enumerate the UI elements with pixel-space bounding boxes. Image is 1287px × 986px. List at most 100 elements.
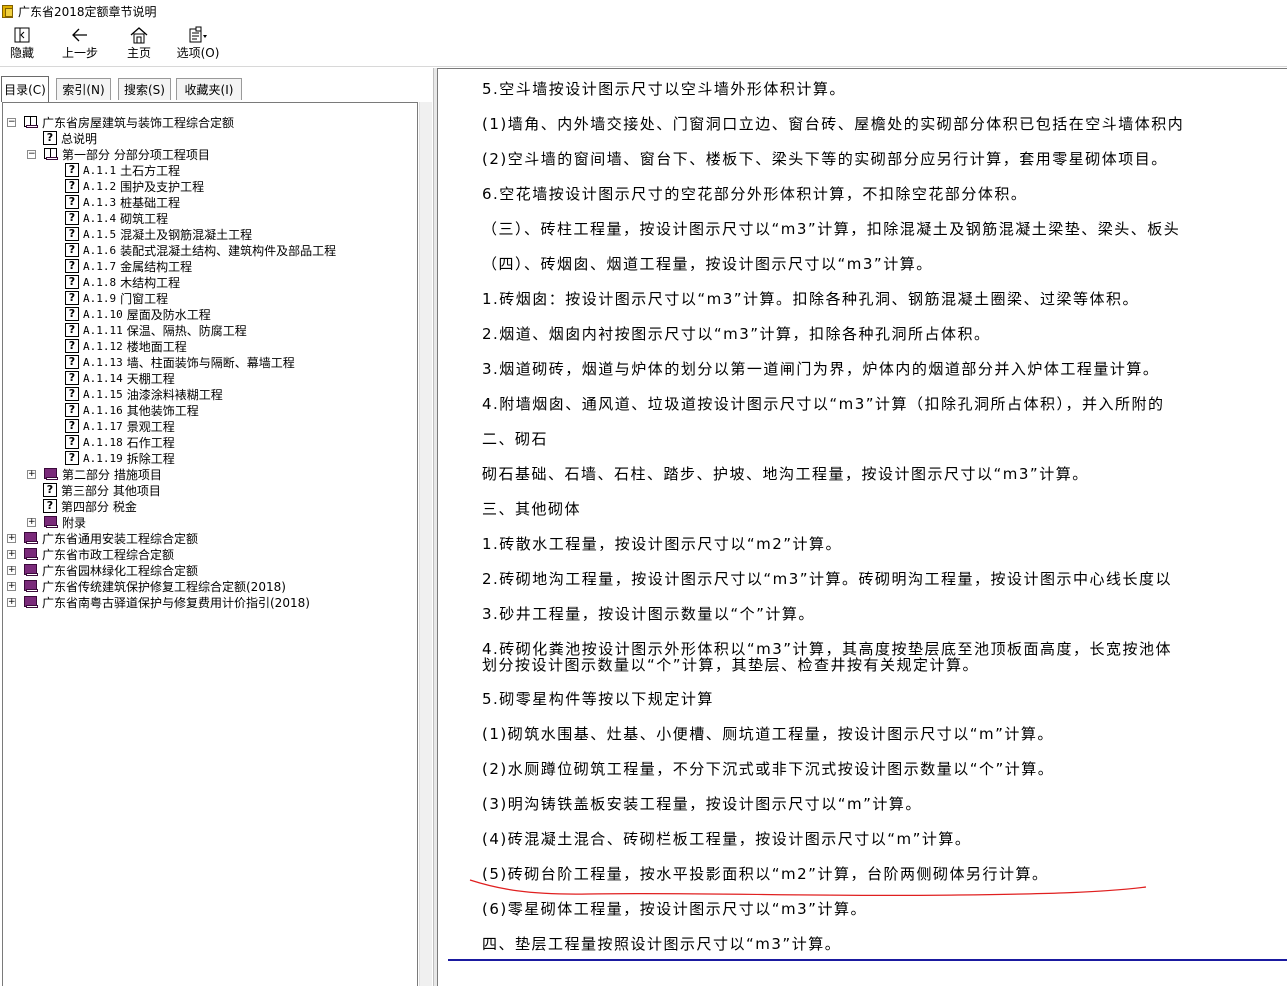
tree-item-label: 广东省园林绿化工程综合定额 [42,563,199,578]
tree-item-code: A.1.17 [83,419,123,433]
tree-item[interactable]: + 附录 [27,514,86,530]
tree-item-code: A.1.9 [83,291,117,305]
expand-icon[interactable]: + [27,469,36,479]
tree-item[interactable]: + 广东省园林绿化工程综合定额 [7,562,198,578]
tree-item[interactable]: ? A.1.17 景观工程 [65,418,175,434]
expand-icon[interactable]: + [7,533,16,543]
tree-item[interactable]: ? A.1.15 油漆涂料裱糊工程 [65,386,223,402]
collapse-icon[interactable]: − [27,149,36,159]
tree-item[interactable]: ? A.1.11 保温、隔热、防腐工程 [65,322,247,338]
expand-icon[interactable]: + [7,549,16,559]
content-paragraph: 4.附墙烟囱、通风道、垃圾道按设计图示尺寸以“m3”计算（扣除孔洞所占体积），并… [482,395,1165,413]
tree-item-label: 第四部分 税金 [61,499,137,514]
tree-item[interactable]: ? A.1.8 木结构工程 [65,274,180,290]
tree-item-label: 木结构工程 [120,275,181,290]
collapse-icon[interactable]: − [7,117,16,127]
tree-item-label: 广东省南粤古驿道保护与修复费用计价指引(2018) [42,595,310,610]
tree-item[interactable]: ? A.1.14 天棚工程 [65,370,175,386]
tree-item-label: 围护及支护工程 [120,179,205,194]
tree-item-label: 门窗工程 [120,291,169,306]
hide-button[interactable]: 隐藏 [8,24,36,64]
tree-item-label: 广东省市政工程综合定额 [42,547,175,562]
book-icon [43,515,59,529]
nav-tabs: 目录(C) 索引(N) 搜索(S) 收藏夹(I) [0,76,436,102]
tree-item-code: A.1.15 [83,387,123,401]
help-page-icon: ? [65,323,79,337]
tree-item[interactable]: ? 第四部分 税金 [43,498,137,514]
tree-item-code: A.1.19 [83,451,123,465]
content-paragraph: (5)砖砌台阶工程量，按水平投影面积以“m2”计算，台阶两侧砌体另行计算。 [482,865,1049,883]
tree-item-code: A.1.10 [83,307,123,321]
help-page-icon: ? [65,307,79,321]
expand-icon[interactable]: + [27,517,36,527]
tree-item-code: A.1.6 [83,243,117,257]
handwritten-underline [469,879,1147,897]
tree-item[interactable]: ? A.1.1 土石方工程 [65,162,180,178]
help-page-icon: ? [65,291,79,305]
tree-item[interactable]: ? A.1.2 围护及支护工程 [65,178,204,194]
home-icon [129,24,149,46]
help-page-icon: ? [65,355,79,369]
contents-tree[interactable]: − 广东省房屋建筑与装饰工程综合定额? 总说明 − 第一部分 分部分项工程项目? A.1.… [2,102,418,986]
help-page-icon: ? [65,243,79,257]
tree-item[interactable]: ? A.1.7 金属结构工程 [65,258,192,274]
back-button[interactable]: 上一步 [60,24,100,64]
help-page-icon: ? [65,179,79,193]
tab-search[interactable]: 搜索(S) [118,78,171,100]
content-paragraph: 2.砖砌地沟工程量，按设计图示尺寸以“m3”计算。砖砌明沟工程量，按设计图示中心… [482,570,1173,588]
tree-item[interactable]: ? A.1.19 拆除工程 [65,450,175,466]
content-paragraph: 1.砖散水工程量，按设计图示尺寸以“m2”计算。 [482,535,843,553]
tree-item[interactable]: ? A.1.10 屋面及防水工程 [65,306,211,322]
tree-item[interactable]: + 广东省市政工程综合定额 [7,546,174,562]
book-icon [43,467,59,481]
tree-item-label: 屋面及防水工程 [126,307,211,322]
tree-item-code: A.1.14 [83,371,123,385]
tree-item[interactable]: ? 总说明 [43,130,97,146]
tree-item-label: 墙、柱面装饰与隔断、幕墙工程 [126,355,295,370]
tree-item[interactable]: ? A.1.6 装配式混凝土结构、建筑构件及部品工程 [65,242,336,258]
window-title: 广东省2018定额章节说明 [18,4,157,19]
tree-item[interactable]: ? 第三部分 其他项目 [43,482,161,498]
content-paragraph: (4)砖混凝土混合、砖砌栏板工程量，按设计图示尺寸以“m”计算。 [482,830,972,848]
tree-item[interactable]: ? A.1.3 桩基础工程 [65,194,180,210]
tree-item[interactable]: + 广东省通用安装工程综合定额 [7,530,198,546]
tree-item[interactable]: − 第一部分 分部分项工程项目 [27,146,210,162]
tree-item[interactable]: ? A.1.5 混凝土及钢筋混凝土工程 [65,226,252,242]
back-arrow-icon [71,24,89,46]
tree-scrollbar[interactable] [419,102,432,986]
tree-item-code: A.1.12 [83,339,123,353]
expand-icon[interactable]: + [7,581,16,591]
content-paragraph: (2)水厕蹲位砌筑工程量，不分下沉式或非下沉式按设计图示数量以“个”计算。 [482,760,1055,778]
tree-item[interactable]: ? A.1.18 石作工程 [65,434,175,450]
content-paragraph: (3)明沟铸铁盖板安装工程量，按设计图示尺寸以“m”计算。 [482,795,922,813]
home-button[interactable]: 主页 [125,24,153,64]
expand-icon[interactable]: + [7,597,16,607]
options-button[interactable]: 选项(O) [176,24,220,64]
open-book-icon [43,147,59,161]
content-paragraph: 1.砖烟囱：按设计图示尺寸以“m3”计算。扣除各种孔洞、钢筋混凝土圈梁、过梁等体… [482,290,1140,308]
tree-item[interactable]: + 广东省南粤古驿道保护与修复费用计价指引(2018) [7,594,310,610]
expand-icon[interactable]: + [7,565,16,575]
tree-item-label: 楼地面工程 [126,339,187,354]
content-bottom-rule [448,959,1287,961]
tab-contents[interactable]: 目录(C) [1,76,49,102]
tree-item[interactable]: + 第二部分 措施项目 [27,466,162,482]
tree-item-label: 金属结构工程 [120,259,193,274]
content-paragraph: 5.空斗墙按设计图示尺寸以空斗墙外形体积计算。 [482,80,846,98]
content-paragraph: 3.砂井工程量，按设计图示数量以“个”计算。 [482,605,815,623]
tree-item-label: 天棚工程 [126,371,175,386]
tree-item[interactable]: ? A.1.16 其他装饰工程 [65,402,199,418]
content-paragraph: 划分按设计图示数量以“个”计算，其垫层、检查井按有关规定计算。 [482,656,980,674]
tree-item[interactable]: ? A.1.13 墙、柱面装饰与隔断、幕墙工程 [65,354,295,370]
app-icon [2,4,14,18]
tree-item[interactable]: ? A.1.9 门窗工程 [65,290,168,306]
help-page-icon: ? [65,163,79,177]
tab-index[interactable]: 索引(N) [56,78,111,100]
tree-item[interactable]: ? A.1.4 砌筑工程 [65,210,168,226]
content-paragraph: (2)空斗墙的窗间墙、窗台下、楼板下、梁头下等的实砌部分应另行计算，套用零星砌体… [482,150,1168,168]
content-pane[interactable]: 5.空斗墙按设计图示尺寸以空斗墙外形体积计算。 (1)墙角、内外墙交接处、门窗洞口… [437,68,1287,986]
tree-item[interactable]: ? A.1.12 楼地面工程 [65,338,187,354]
tab-favorites[interactable]: 收藏夹(I) [176,78,242,100]
tree-item[interactable]: + 广东省传统建筑保护修复工程综合定额(2018) [7,578,286,594]
tree-item[interactable]: − 广东省房屋建筑与装饰工程综合定额 [7,114,234,130]
